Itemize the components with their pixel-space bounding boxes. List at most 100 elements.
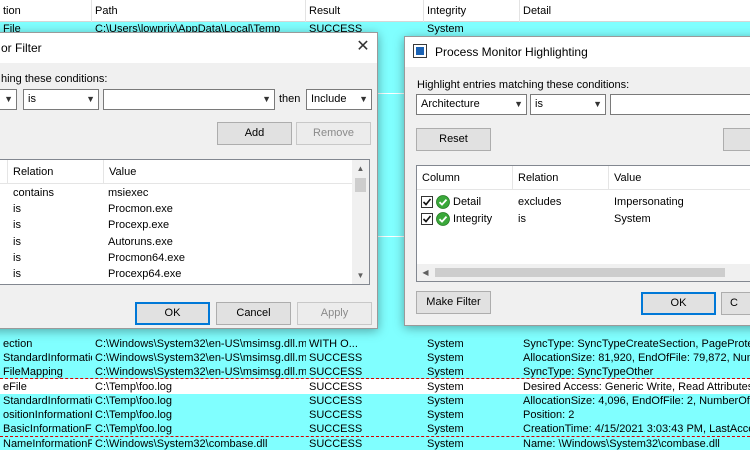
- event-path: C:\Windows\System32\combase.dll: [95, 437, 268, 450]
- filter-rule-row[interactable]: .isAutoruns.exe: [0, 234, 352, 250]
- highlight-cancel-button[interactable]: C: [721, 292, 750, 315]
- filter-relation-combo[interactable]: is ▼: [23, 89, 99, 110]
- highlight-rules-header: Column Relation Value: [417, 166, 750, 190]
- event-result: SUCCESS: [309, 437, 363, 450]
- filter-rule-row[interactable]: .isProcexp64.exe: [0, 266, 352, 282]
- event-operation: BasicInformationFile: [3, 423, 92, 436]
- filter-dialog-title: or Filter: [1, 41, 42, 55]
- highlight-header-value[interactable]: Value: [609, 166, 750, 190]
- scroll-down-icon[interactable]: ▼: [352, 267, 369, 284]
- scroll-thumb[interactable]: [435, 268, 725, 277]
- column-header-integrity[interactable]: Integrity: [424, 0, 520, 22]
- event-detail: Desired Access: Generic Write, Read Attr…: [523, 380, 750, 393]
- event-row[interactable]: StandardInformatio...C:\Windows\System32…: [0, 350, 750, 366]
- event-path: C:\Temp\foo.log: [95, 380, 173, 393]
- highlight-rule-row[interactable]: Integrity is System: [417, 211, 750, 227]
- add-button[interactable]: Add: [217, 122, 292, 145]
- highlight-relation-combo[interactable]: is ▼: [530, 94, 606, 115]
- event-result: SUCCESS: [309, 380, 363, 393]
- highlight-header-relation[interactable]: Relation: [513, 166, 609, 190]
- event-row[interactable]: NameInformationFileC:\Windows\System32\c…: [0, 436, 750, 450]
- filter-ok-button[interactable]: OK: [135, 302, 210, 325]
- highlight-dialog-titlebar[interactable]: Process Monitor Highlighting: [405, 37, 750, 67]
- event-operation: ositionInformationFile: [3, 409, 92, 422]
- app-icon: [413, 44, 427, 58]
- event-path: C:\Temp\foo.log: [95, 423, 173, 436]
- filter-rule-relation: is: [13, 219, 21, 232]
- make-filter-button[interactable]: Make Filter: [416, 291, 491, 314]
- filter-header-relation[interactable]: Relation: [8, 160, 104, 184]
- remove-button[interactable]: Remove: [296, 122, 371, 145]
- highlight-rules-list[interactable]: Column Relation Value Detail excludes Impe…: [416, 165, 750, 282]
- chevron-down-icon: ▼: [514, 99, 523, 109]
- event-path: C:\Temp\foo.log: [95, 409, 173, 422]
- filter-rule-row[interactable]: .isProcmon64.exe: [0, 250, 352, 266]
- event-detail: AllocationSize: 81,920, EndOfFile: 79,87…: [523, 351, 750, 364]
- checkbox-checked-icon[interactable]: [421, 196, 433, 208]
- event-detail: SyncType: SyncTypeCreateSection, PagePro…: [523, 337, 750, 350]
- filter-list-vscrollbar[interactable]: ▲ ▼: [352, 160, 369, 284]
- event-row[interactable]: StandardInformatio...C:\Temp\foo.log SUCC…: [0, 393, 750, 409]
- chevron-down-icon: ▼: [86, 94, 95, 104]
- highlight-header-column[interactable]: Column: [417, 166, 513, 190]
- event-path: C:\Windows\System32\en-US\msimsg.dll.mui: [95, 337, 306, 350]
- filter-conditions-label: hing these conditions:: [1, 73, 108, 85]
- filter-rules-header: Relation Value: [0, 160, 369, 184]
- event-row[interactable]: BasicInformationFileC:\Temp\foo.log SUCCE…: [0, 422, 750, 437]
- close-icon[interactable]: ✕: [353, 37, 373, 57]
- column-header-detail[interactable]: Detail: [520, 0, 750, 22]
- filter-dialog-titlebar[interactable]: or Filter ✕: [0, 33, 377, 63]
- filter-action-combo[interactable]: Include ▼: [306, 89, 372, 110]
- filter-header-value[interactable]: Value: [104, 160, 354, 184]
- event-integrity: System: [427, 351, 464, 364]
- event-integrity: System: [427, 23, 464, 35]
- event-integrity: System: [427, 366, 464, 379]
- event-row[interactable]: ection C:\Windows\System32\en-US\msimsg.d…: [0, 336, 750, 351]
- filter-relation-value: is: [28, 93, 36, 105]
- filter-then-label: then: [279, 93, 301, 105]
- column-header-operation[interactable]: tion: [0, 0, 92, 22]
- filter-rule-relation: is: [13, 235, 21, 248]
- highlight-value-input[interactable]: [610, 94, 750, 115]
- event-detail: Name: \Windows\System32\combase.dll: [523, 437, 720, 450]
- filter-dialog: or Filter ✕ hing these conditions: ▼ is …: [0, 32, 378, 329]
- filter-column-combo[interactable]: ▼: [0, 89, 17, 110]
- scroll-thumb[interactable]: [355, 178, 366, 192]
- event-result: SUCCESS: [309, 351, 363, 364]
- chevron-down-icon: ▼: [593, 99, 602, 109]
- filter-header-column[interactable]: [0, 160, 8, 184]
- filter-rule-row[interactable]: .containsmsiexec: [0, 185, 352, 201]
- event-integrity: System: [427, 380, 464, 393]
- highlight-add-button[interactable]: A: [723, 128, 750, 151]
- filter-apply-button[interactable]: Apply: [297, 302, 372, 325]
- highlight-column-value: Architecture: [421, 98, 480, 110]
- event-operation: FileMapping: [3, 366, 63, 379]
- green-check-icon: [436, 195, 450, 209]
- filter-rules-list[interactable]: Relation Value .containsmsiexec.isProcmo…: [0, 159, 370, 285]
- highlight-column-combo[interactable]: Architecture ▼: [416, 94, 527, 115]
- column-header-path[interactable]: Path: [92, 0, 306, 22]
- event-row[interactable]: FileMapping C:\Windows\System32\en-US\msi…: [0, 365, 750, 380]
- highlight-dialog-title: Process Monitor Highlighting: [435, 45, 588, 59]
- highlight-rule-row[interactable]: Detail excludes Impersonating: [417, 194, 750, 210]
- column-header-result[interactable]: Result: [306, 0, 424, 22]
- event-detail: AllocationSize: 4,096, EndOfFile: 2, Num…: [523, 394, 750, 407]
- highlight-rule-column: Integrity: [453, 212, 493, 225]
- event-row[interactable]: eFile C:\Temp\foo.log SUCCESS System Desired…: [0, 380, 750, 394]
- filter-rule-row[interactable]: .isProcmon.exe: [0, 201, 352, 217]
- highlight-ok-button[interactable]: OK: [641, 292, 716, 315]
- event-path: C:\Windows\System32\en-US\msimsg.dll.mui: [95, 366, 306, 379]
- scroll-up-icon[interactable]: ▲: [352, 160, 369, 177]
- checkbox-checked-icon[interactable]: [421, 212, 433, 225]
- scroll-left-icon[interactable]: ◀: [417, 264, 434, 281]
- filter-value-combo[interactable]: ▼: [103, 89, 275, 110]
- event-row[interactable]: ositionInformationFileC:\Temp\foo.log SUC…: [0, 408, 750, 423]
- highlight-rule-relation: excludes: [518, 196, 562, 208]
- event-operation: StandardInformatio...: [3, 351, 92, 364]
- filter-cancel-button[interactable]: Cancel: [216, 302, 291, 325]
- filter-rule-row[interactable]: .isProcexp.exe: [0, 217, 352, 233]
- filter-rule-value: Procmon64.exe: [108, 251, 186, 264]
- chevron-down-icon: ▼: [359, 94, 368, 104]
- highlight-list-hscrollbar[interactable]: ◀: [417, 264, 750, 281]
- reset-button[interactable]: Reset: [416, 128, 491, 151]
